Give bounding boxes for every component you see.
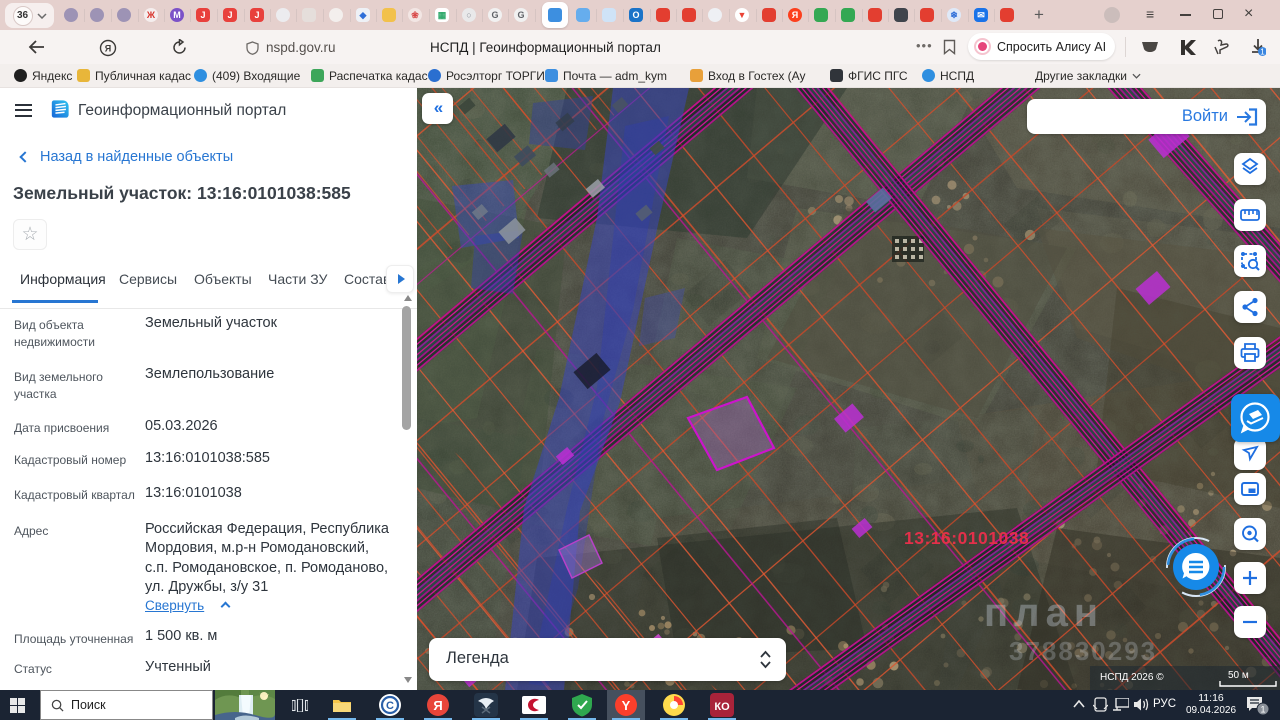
svg-text:Я: Я	[105, 44, 111, 54]
svg-text:Я: Я	[433, 698, 442, 713]
svg-text:1: 1	[1260, 705, 1265, 715]
svg-text:C: C	[386, 700, 394, 712]
svg-text:Y: Y	[622, 698, 631, 713]
svg-text:1: 1	[1260, 48, 1265, 57]
svg-text:КО: КО	[714, 701, 730, 713]
